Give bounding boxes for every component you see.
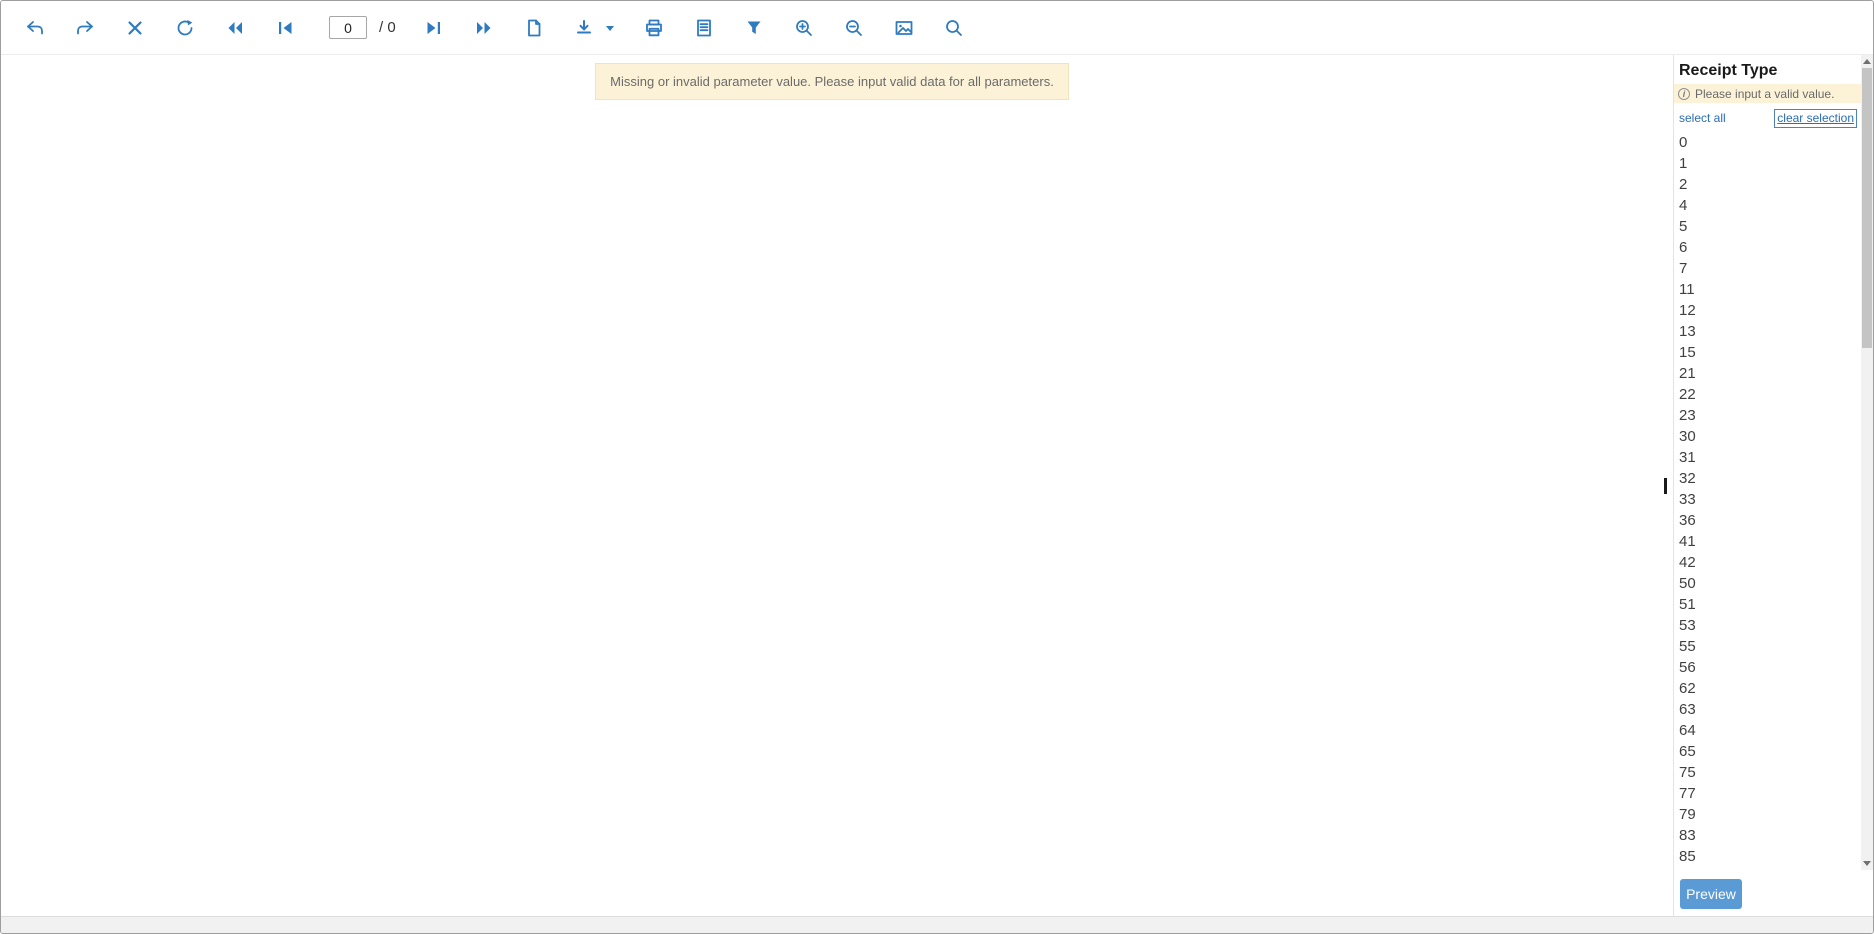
select-all-link[interactable]: select all xyxy=(1679,110,1726,127)
print-button[interactable] xyxy=(642,16,666,40)
report-viewer-window: / 0 xyxy=(0,0,1874,934)
scrollbar-thumb[interactable] xyxy=(1862,68,1872,348)
receipt-type-option[interactable]: 83 xyxy=(1679,825,1859,846)
export-button[interactable] xyxy=(572,16,596,40)
receipt-type-option[interactable]: 79 xyxy=(1679,804,1859,825)
parameter-title: Receipt Type xyxy=(1679,61,1859,80)
clear-selection-link[interactable]: clear selection xyxy=(1774,109,1857,128)
receipt-type-options-list: 0124567111213152122233031323336414250515… xyxy=(1679,132,1859,872)
parameters-sidebar: Receipt Type i Please input a valid valu… xyxy=(1673,55,1873,916)
receipt-type-option[interactable]: 1 xyxy=(1679,153,1859,174)
receipt-type-option[interactable]: 36 xyxy=(1679,510,1859,531)
previous-page-button[interactable] xyxy=(273,16,297,40)
parameter-validation-warning: i Please input a valid value. xyxy=(1674,84,1873,103)
print-icon xyxy=(644,18,664,38)
receipt-type-option[interactable]: 12 xyxy=(1679,300,1859,321)
horizontal-scrollbar[interactable] xyxy=(1,916,1873,933)
skip-backward-icon xyxy=(225,18,245,38)
report-document-icon xyxy=(694,18,714,38)
stop-x-icon xyxy=(125,18,145,38)
receipt-type-option[interactable]: 50 xyxy=(1679,573,1859,594)
forward-arrow-icon xyxy=(75,18,95,38)
zoom-in-icon xyxy=(794,18,814,38)
receipt-type-option[interactable]: 31 xyxy=(1679,447,1859,468)
previous-page-icon xyxy=(275,18,295,38)
scrollbar-up-arrow-icon[interactable] xyxy=(1861,55,1873,68)
zoom-out-icon xyxy=(844,18,864,38)
refresh-icon xyxy=(175,18,195,38)
zoom-in-button[interactable] xyxy=(792,16,816,40)
preview-button[interactable]: Preview xyxy=(1680,879,1742,909)
toolbar: / 0 xyxy=(1,1,1873,55)
search-icon xyxy=(944,18,964,38)
receipt-type-option[interactable]: 64 xyxy=(1679,720,1859,741)
receipt-type-option[interactable]: 55 xyxy=(1679,636,1859,657)
receipt-type-option[interactable]: 13 xyxy=(1679,321,1859,342)
new-page-icon xyxy=(524,18,544,38)
receipt-type-option[interactable]: 77 xyxy=(1679,783,1859,804)
receipt-type-option[interactable]: 22 xyxy=(1679,384,1859,405)
receipt-type-option[interactable]: 11 xyxy=(1679,279,1859,300)
splitter-grip-icon[interactable] xyxy=(1664,478,1667,494)
report-area: Missing or invalid parameter value. Plea… xyxy=(1,55,1663,916)
image-icon xyxy=(894,18,914,38)
report-document-button[interactable] xyxy=(692,16,716,40)
receipt-type-option[interactable]: 51 xyxy=(1679,594,1859,615)
receipt-type-option[interactable]: 0 xyxy=(1679,132,1859,153)
filter-funnel-icon xyxy=(744,18,764,38)
next-page-button[interactable] xyxy=(422,16,446,40)
new-page-button[interactable] xyxy=(522,16,546,40)
receipt-type-option[interactable]: 5 xyxy=(1679,216,1859,237)
receipt-type-option[interactable]: 32 xyxy=(1679,468,1859,489)
page-number-input[interactable] xyxy=(329,16,367,39)
receipt-type-option[interactable]: 62 xyxy=(1679,678,1859,699)
info-icon: i xyxy=(1678,88,1690,100)
filter-button[interactable] xyxy=(742,16,766,40)
receipt-type-option[interactable]: 85 xyxy=(1679,846,1859,867)
receipt-type-option[interactable]: 53 xyxy=(1679,615,1859,636)
receipt-type-option[interactable]: 15 xyxy=(1679,342,1859,363)
export-menu-button[interactable] xyxy=(604,22,616,34)
receipt-type-option[interactable]: 42 xyxy=(1679,552,1859,573)
next-page-icon xyxy=(424,18,444,38)
receipt-type-option[interactable]: 6 xyxy=(1679,237,1859,258)
skip-forward-button[interactable] xyxy=(472,16,496,40)
export-download-icon xyxy=(574,18,594,38)
refresh-button[interactable] xyxy=(173,16,197,40)
receipt-type-option[interactable]: 21 xyxy=(1679,363,1859,384)
back-arrow-icon xyxy=(25,18,45,38)
receipt-type-option[interactable]: 23 xyxy=(1679,405,1859,426)
forward-button[interactable] xyxy=(73,16,97,40)
scrollbar-track[interactable] xyxy=(1861,68,1873,857)
image-button[interactable] xyxy=(892,16,916,40)
receipt-type-option[interactable]: 7 xyxy=(1679,258,1859,279)
receipt-type-option[interactable]: 56 xyxy=(1679,657,1859,678)
skip-forward-icon xyxy=(474,18,494,38)
search-button[interactable] xyxy=(942,16,966,40)
selection-links-row: select all clear selection xyxy=(1679,109,1859,128)
receipt-type-option[interactable]: 30 xyxy=(1679,426,1859,447)
receipt-type-option[interactable]: 65 xyxy=(1679,741,1859,762)
preview-row: Preview xyxy=(1674,872,1873,916)
panel-splitter[interactable] xyxy=(1663,55,1673,916)
scrollbar-down-arrow-icon[interactable] xyxy=(1861,857,1873,870)
content-area: Missing or invalid parameter value. Plea… xyxy=(1,55,1873,916)
receipt-type-option[interactable]: 63 xyxy=(1679,699,1859,720)
sidebar-scrollbar[interactable] xyxy=(1861,55,1873,870)
receipt-type-option[interactable]: 33 xyxy=(1679,489,1859,510)
receipt-type-option[interactable]: 2 xyxy=(1679,174,1859,195)
caret-down-icon xyxy=(604,22,616,34)
parameter-validation-text: Please input a valid value. xyxy=(1695,87,1834,101)
page-total-label: / 0 xyxy=(379,19,396,36)
receipt-type-option[interactable]: 75 xyxy=(1679,762,1859,783)
parameter-panel: Receipt Type i Please input a valid valu… xyxy=(1674,55,1873,872)
back-button[interactable] xyxy=(23,16,47,40)
zoom-out-button[interactable] xyxy=(842,16,866,40)
skip-backward-button[interactable] xyxy=(223,16,247,40)
receipt-type-option[interactable]: 4 xyxy=(1679,195,1859,216)
stop-button[interactable] xyxy=(123,16,147,40)
receipt-type-option[interactable]: 41 xyxy=(1679,531,1859,552)
report-warning-message: Missing or invalid parameter value. Plea… xyxy=(595,63,1069,100)
